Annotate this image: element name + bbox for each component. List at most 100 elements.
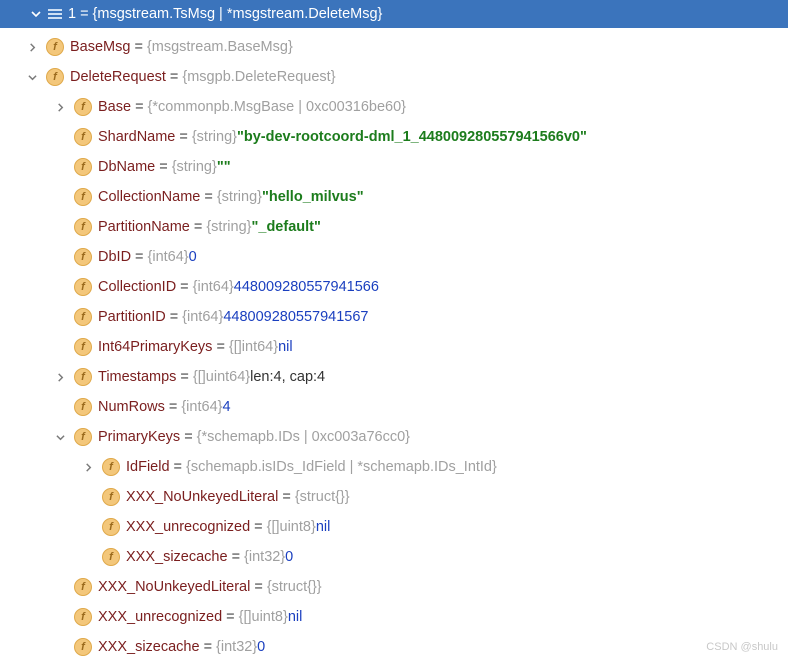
tree-row[interactable]: fDeleteRequest = {msgpb.DeleteRequest}: [0, 62, 788, 92]
group-icon: [48, 9, 62, 19]
field-type: {[]uint64}: [193, 369, 250, 385]
tree-row[interactable]: fCollectionName = {string} "hello_milvus…: [0, 182, 788, 212]
tree-row[interactable]: fInt64PrimaryKeys = {[]int64} nil: [0, 332, 788, 362]
field-icon: f: [74, 398, 92, 416]
field-value-number: 448009280557941566: [234, 279, 379, 295]
field-type: {string}: [206, 219, 251, 235]
field-value-string: "hello_milvus": [262, 189, 364, 205]
tree-row[interactable]: f XXX_NoUnkeyedLiteral = {struct{}}: [0, 572, 788, 602]
tree-row[interactable]: fXXX_unrecognized = {[]uint8} nil: [0, 602, 788, 632]
field-value-number: 448009280557941567: [223, 309, 368, 325]
field-icon: f: [74, 578, 92, 596]
equals-sign: =: [135, 99, 143, 115]
field-type: {*schemapb.IDs | 0xc003a76cc0}: [197, 429, 410, 445]
variable-tree: fBaseMsg = {msgstream.BaseMsg}fDeleteReq…: [0, 28, 788, 670]
chevron-down-icon[interactable]: [24, 73, 40, 82]
field-icon: f: [102, 518, 120, 536]
field-type: {msgpb.DeleteRequest}: [182, 69, 335, 85]
chevron-down-icon[interactable]: [52, 433, 68, 442]
chevron-down-icon[interactable]: [28, 9, 44, 19]
field-icon: f: [74, 428, 92, 446]
header-value: {msgstream.TsMsg | *msgstream.DeleteMsg}: [93, 6, 383, 22]
tree-row[interactable]: f PrimaryKeys = {*schemapb.IDs | 0xc003a7…: [0, 422, 788, 452]
field-value-number: 4: [222, 399, 230, 415]
field-type: {int64}: [181, 399, 222, 415]
tree-row[interactable]: fPartitionName = {string} "_default": [0, 212, 788, 242]
tree-row[interactable]: f Base = {*commonpb.MsgBase | 0xc00316be6…: [0, 92, 788, 122]
field-type: {struct{}}: [267, 579, 322, 595]
field-type: {string}: [192, 129, 237, 145]
field-name: XXX_NoUnkeyedLiteral: [98, 579, 250, 595]
chevron-right-icon[interactable]: [52, 373, 68, 382]
field-icon: f: [74, 218, 92, 236]
tree-row[interactable]: fXXX_unrecognized = {[]uint8} nil: [0, 512, 788, 542]
field-name: XXX_unrecognized: [98, 609, 222, 625]
tree-row[interactable]: fCollectionID = {int64} 4480092805579415…: [0, 272, 788, 302]
equals-sign: =: [135, 249, 143, 265]
equals-sign: =: [254, 579, 262, 595]
equals-sign: =: [232, 549, 240, 565]
field-name: Base: [98, 99, 131, 115]
tree-row[interactable]: f PartitionID = {int64} 44800928055794156…: [0, 302, 788, 332]
field-name: PartitionID: [98, 309, 166, 325]
field-icon: f: [74, 158, 92, 176]
equals-sign: =: [180, 369, 188, 385]
equals-sign: =: [170, 69, 178, 85]
field-type: {int32}: [244, 549, 285, 565]
field-name: DbID: [98, 249, 131, 265]
field-icon: f: [74, 338, 92, 356]
field-name: PartitionName: [98, 219, 190, 235]
chevron-right-icon[interactable]: [24, 43, 40, 52]
field-name: DeleteRequest: [70, 69, 166, 85]
debug-header: 1 = {msgstream.TsMsg | *msgstream.Delete…: [0, 0, 788, 28]
tree-row[interactable]: fXXX_NoUnkeyedLiteral = {struct{}}: [0, 482, 788, 512]
equals-sign: =: [180, 279, 188, 295]
field-type: {struct{}}: [295, 489, 350, 505]
equals-sign: =: [134, 39, 142, 55]
equals-sign: =: [204, 639, 212, 655]
field-name: XXX_NoUnkeyedLiteral: [126, 489, 278, 505]
field-icon: f: [74, 308, 92, 326]
field-name: XXX_sizecache: [126, 549, 228, 565]
equals-sign: =: [204, 189, 212, 205]
equals-sign: =: [170, 309, 178, 325]
field-value-number: 0: [189, 249, 197, 265]
tree-row[interactable]: fNumRows = {int64} 4: [0, 392, 788, 422]
chevron-right-icon[interactable]: [80, 463, 96, 472]
field-name: BaseMsg: [70, 39, 130, 55]
field-value-number: nil: [316, 519, 331, 535]
field-name: PrimaryKeys: [98, 429, 180, 445]
equals-sign: =: [282, 489, 290, 505]
watermark: CSDN @shulu: [706, 641, 778, 653]
field-value-number: 0: [257, 639, 265, 655]
field-name: XXX_sizecache: [98, 639, 200, 655]
tree-row[interactable]: fDbID = {int64} 0: [0, 242, 788, 272]
field-icon: f: [74, 98, 92, 116]
tree-row[interactable]: fXXX_sizecache = {int32} 0: [0, 542, 788, 572]
field-type: {[]uint8}: [267, 519, 316, 535]
equals-sign: =: [174, 459, 182, 475]
tree-row[interactable]: fXXX_sizecache = {int32} 0: [0, 632, 788, 662]
tree-row[interactable]: fBaseMsg = {msgstream.BaseMsg}: [0, 32, 788, 62]
tree-row[interactable]: fShardName = {string} "by-dev-rootcoord-…: [0, 122, 788, 152]
equals-sign: =: [184, 429, 192, 445]
equals-sign: =: [216, 339, 224, 355]
equals-sign: =: [159, 159, 167, 175]
field-icon: f: [74, 638, 92, 656]
equals-sign: =: [226, 609, 234, 625]
field-type: {int64}: [182, 309, 223, 325]
equals-sign: =: [194, 219, 202, 235]
field-type: {*commonpb.MsgBase | 0xc00316be60}: [148, 99, 407, 115]
tree-row[interactable]: f Timestamps = {[]uint64} len:4, cap:4: [0, 362, 788, 392]
field-name: Timestamps: [98, 369, 176, 385]
chevron-right-icon[interactable]: [52, 103, 68, 112]
field-icon: f: [74, 368, 92, 386]
tree-row[interactable]: fDbName = {string} "": [0, 152, 788, 182]
field-value-string: "": [217, 159, 231, 175]
field-icon: f: [74, 188, 92, 206]
field-name: NumRows: [98, 399, 165, 415]
equals-sign: =: [80, 6, 88, 22]
field-icon: f: [102, 548, 120, 566]
field-value-plain: len:4, cap:4: [250, 369, 325, 385]
tree-row[interactable]: fIdField = {schemapb.isIDs_IdField | *sc…: [0, 452, 788, 482]
